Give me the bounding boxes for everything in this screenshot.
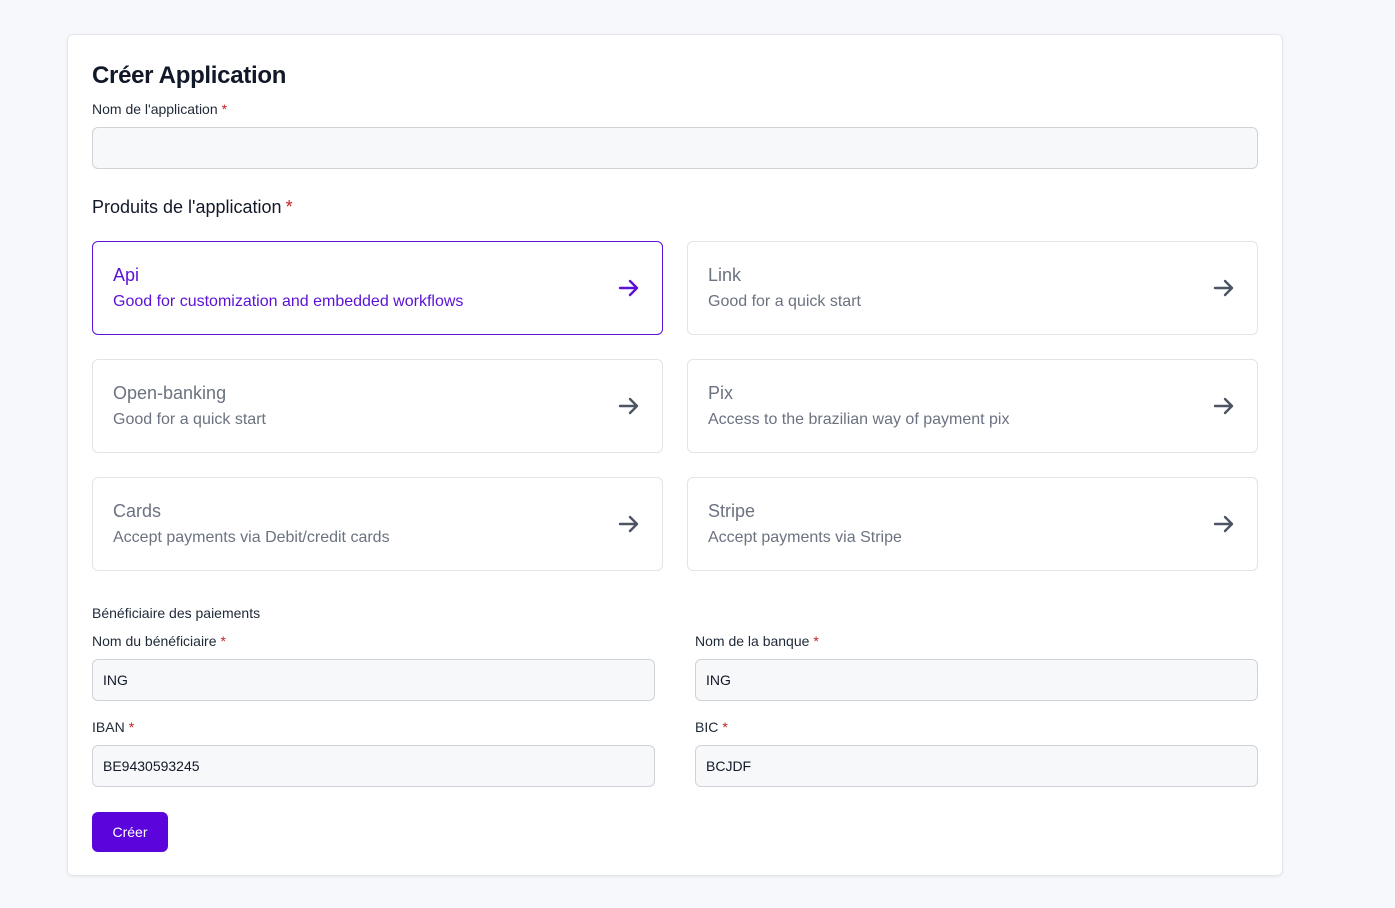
product-desc: Accept payments via Stripe xyxy=(708,529,902,546)
product-desc: Good for a quick start xyxy=(113,411,266,428)
arrow-right-icon xyxy=(1213,396,1235,416)
product-name: Open-banking xyxy=(113,383,227,403)
arrow-right-icon xyxy=(618,396,640,416)
products-title: Produits de l'application * xyxy=(92,197,293,217)
app-name-input[interactable] xyxy=(92,127,1258,169)
arrow-right-icon xyxy=(618,514,640,534)
product-name: Stripe xyxy=(708,501,756,521)
product-name: Cards xyxy=(113,501,162,521)
beneficiary-section-title: Bénéficiaire des paiements xyxy=(92,605,261,621)
required-mark: * xyxy=(813,633,819,649)
product-desc: Access to the brazilian way of payment p… xyxy=(708,411,1010,428)
arrow-right-icon xyxy=(1213,278,1235,298)
product-name: Link xyxy=(708,265,742,285)
product-name: Pix xyxy=(708,383,734,403)
product-stripe[interactable]: Stripe Accept payments via Stripe xyxy=(687,477,1258,571)
iban-input[interactable] xyxy=(92,745,655,787)
page-title: Créer Application xyxy=(92,62,287,89)
bic-input[interactable] xyxy=(695,745,1258,787)
app-name-label: Nom de l'application * xyxy=(92,101,228,117)
product-pix[interactable]: Pix Access to the brazilian way of payme… xyxy=(687,359,1258,453)
beneficiary-name-input[interactable] xyxy=(92,659,655,701)
required-mark: * xyxy=(722,719,728,735)
beneficiary-name-label: Nom du bénéficiaire * xyxy=(92,633,226,649)
product-open-banking[interactable]: Open-banking Good for a quick start xyxy=(92,359,663,453)
required-mark: * xyxy=(285,197,293,217)
create-application-card: Créer Application Nom de l'application * … xyxy=(67,34,1283,876)
product-link[interactable]: Link Good for a quick start xyxy=(687,241,1258,335)
bank-name-label: Nom de la banque * xyxy=(695,633,819,649)
product-desc: Accept payments via Debit/credit cards xyxy=(113,529,390,546)
iban-label: IBAN * xyxy=(92,719,135,735)
bank-name-input[interactable] xyxy=(695,659,1258,701)
arrow-right-icon xyxy=(1213,514,1235,534)
required-mark: * xyxy=(221,101,228,117)
arrow-right-icon xyxy=(618,278,640,298)
required-mark: * xyxy=(128,719,135,735)
product-api[interactable]: Api Good for customization and embedded … xyxy=(92,241,663,335)
create-button[interactable]: Créer xyxy=(92,812,168,852)
required-mark: * xyxy=(220,633,226,649)
product-name: Api xyxy=(113,265,140,285)
product-desc: Good for a quick start xyxy=(708,293,861,310)
product-desc: Good for customization and embedded work… xyxy=(113,293,464,310)
product-cards[interactable]: Cards Accept payments via Debit/credit c… xyxy=(92,477,663,571)
bic-label: BIC * xyxy=(695,719,728,735)
